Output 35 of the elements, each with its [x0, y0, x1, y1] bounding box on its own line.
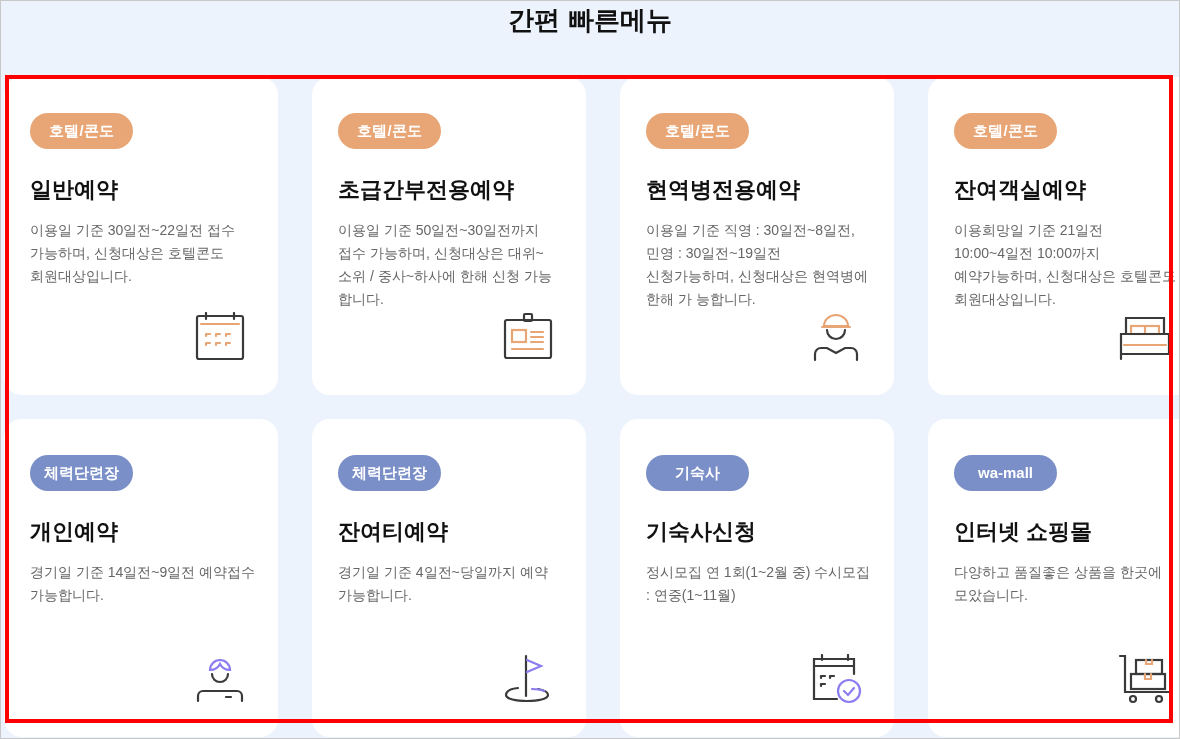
calendar-check-icon [810, 654, 862, 704]
menu-card[interactable]: 기숙사 기숙사신청 정시모집 연 1회(1~2월 중) 수시모집 : 연중(1~11월) [620, 419, 894, 737]
category-badge: 체력단련장 [338, 455, 441, 491]
card-description: 이용일 기준 50일전~30일전까지 접수 가능하며, 신청대상은 대위~ 소위 / 중사~하사에 한해 신청 가능 합니다. [338, 221, 553, 309]
card-description: 다양하고 품질좋은 상품을 한곳에 모았습니다. [954, 563, 1163, 605]
id-badge-icon [502, 312, 554, 362]
card-description: 정시모집 연 1회(1~2월 중) 수시모집 : 연중(1~11월) [646, 563, 872, 605]
menu-card[interactable]: 체력단련장 잔여티예약 경기일 기준 4일전~당일까지 예약 가능합니다. [312, 419, 586, 737]
menu-card[interactable]: 호텔/콘도 초급간부전용예약 이용일 기준 50일전~30일전까지 접수 가능하며, 신청대상은 대위~ 소위 / 중사~하사에 한해 신청 가능 합니다. [312, 77, 586, 395]
category-badge: 기숙사 [646, 455, 749, 491]
category-badge: 호텔/콘도 [338, 113, 441, 149]
menu-card[interactable]: 체력단련장 개인예약 경기일 기준 14일전~9일전 예약접수 가능합니다. [4, 419, 278, 737]
menu-card[interactable]: 호텔/콘도 일반예약 이용일 기준 30일전~22일전 접수 가능하며, 신청대상은 호텔콘도 회원대상입니다. [4, 77, 278, 395]
card-description: 이용일 기준 직영 : 30일전~8일전, 민영 : 30일전~19일전 신청가능하며, 신청대상은 현역병에 한해 가 능합니다. [646, 221, 869, 309]
category-badge: 호텔/콘도 [30, 113, 133, 149]
card-description: 이용일 기준 30일전~22일전 접수 가능하며, 신청대상은 호텔콘도 회원대상입니다. [30, 221, 236, 286]
card-title: 기숙사신청 [646, 518, 757, 546]
card-title: 개인예약 [30, 518, 119, 546]
section-title: 간편 빠른메뉴 [507, 4, 673, 37]
category-badge: 호텔/콘도 [646, 113, 749, 149]
card-title: 일반예약 [30, 176, 119, 204]
category-badge: 체력단련장 [30, 455, 133, 491]
cart-icon [1118, 654, 1170, 704]
category-badge: wa-mall [954, 455, 1057, 491]
category-badge: 호텔/콘도 [954, 113, 1057, 149]
card-title: 잔여객실예약 [954, 176, 1087, 204]
card-description: 경기일 기준 4일전~당일까지 예약 가능합니다. [338, 563, 549, 605]
card-title: 인터넷 쇼핑몰 [954, 518, 1094, 546]
menu-card[interactable]: 호텔/콘도 현역병전용예약 이용일 기준 직영 : 30일전~8일전, 민영 : 30일전~19일전 신청가능하며, 신청대상은 현역병에 한해 가 능합니다. [620, 77, 894, 395]
card-description: 경기일 기준 14일전~9일전 예약접수 가능합니다. [30, 563, 256, 605]
card-title: 초급간부전용예약 [338, 176, 515, 204]
menu-card[interactable]: wa-mall 인터넷 쇼핑몰 다양하고 품질좋은 상품을 한곳에 모았습니다. [928, 419, 1179, 737]
card-title: 잔여티예약 [338, 518, 449, 546]
calendar-icon [194, 312, 246, 362]
card-title: 현역병전용예약 [646, 176, 801, 204]
